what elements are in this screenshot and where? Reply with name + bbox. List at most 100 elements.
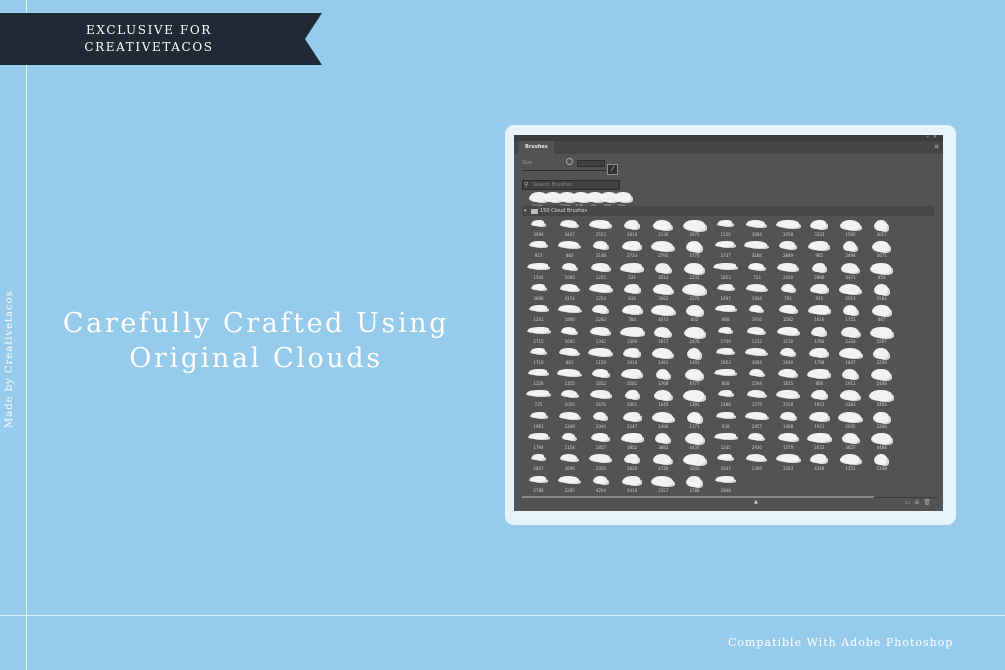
brush-item[interactable]: 2348 — [554, 411, 585, 431]
brush-item[interactable]: 1154 — [554, 432, 585, 452]
brush-item[interactable]: 1921 — [804, 411, 835, 431]
brush-item[interactable]: 1497 — [710, 283, 741, 303]
brush-item[interactable]: 2148 — [585, 240, 616, 260]
brush-item[interactable]: 1251 — [835, 453, 866, 473]
brush-item[interactable]: 862 — [554, 347, 585, 367]
brush-item[interactable]: 2737 — [710, 240, 741, 260]
brush-item[interactable]: 3243 — [679, 453, 710, 473]
brush-item[interactable]: 784 — [617, 304, 648, 324]
brush-item[interactable]: 1226 — [523, 368, 554, 388]
brush-item[interactable]: 852 — [679, 304, 710, 324]
brush-item[interactable]: 4484 — [866, 432, 897, 452]
brush-item[interactable]: 2357 — [648, 475, 679, 495]
brush-item[interactable]: 3062 — [648, 283, 679, 303]
brush-item[interactable]: 3994 — [523, 219, 554, 239]
brush-item[interactable]: 2996 — [804, 262, 835, 282]
brush-item[interactable]: 2247 — [617, 411, 648, 431]
brush-item[interactable]: 2476 — [679, 326, 710, 346]
brush-item[interactable]: 1254 — [585, 283, 616, 303]
brush-item[interactable]: 2723 — [617, 240, 648, 260]
size-input[interactable] — [577, 160, 605, 167]
brush-item[interactable]: 531 — [617, 262, 648, 282]
brush-item[interactable]: 1245 — [710, 432, 741, 452]
brush-item[interactable]: 3447 — [554, 219, 585, 239]
brush-item[interactable]: 2050 — [773, 262, 804, 282]
brush-item[interactable]: 1468 — [773, 411, 804, 431]
brush-settings-icon[interactable]: ⁄ — [607, 164, 618, 175]
brush-item[interactable]: 4770 — [679, 240, 710, 260]
brush-item[interactable]: 3696 — [554, 453, 585, 473]
brush-item[interactable]: 3904 — [741, 219, 772, 239]
brush-item[interactable]: 1305 — [617, 326, 648, 346]
tab-brushes[interactable]: Brushes — [519, 141, 554, 154]
brush-item[interactable]: 1488 — [710, 389, 741, 409]
brush-item[interactable]: 4410 — [617, 475, 648, 495]
recent-brush[interactable]: 2700 — [550, 191, 575, 209]
brush-item[interactable]: 1961 — [523, 411, 554, 431]
brush-item[interactable]: 1852 — [617, 432, 648, 452]
brush-item[interactable]: 968 — [710, 304, 741, 324]
brush-item[interactable]: 3184 — [741, 240, 772, 260]
brush-item[interactable]: 1050 — [554, 389, 585, 409]
brush-item[interactable]: 1710 — [523, 347, 554, 367]
brush-item[interactable]: 1823 — [710, 262, 741, 282]
brush-item[interactable]: 2820 — [617, 453, 648, 473]
brush-item[interactable]: 3333 — [804, 219, 835, 239]
brush-item[interactable]: 2849 — [773, 240, 804, 260]
brush-item[interactable]: 3881 — [648, 432, 679, 452]
brush-item[interactable]: 806 — [804, 368, 835, 388]
brush-item[interactable]: 701 — [773, 283, 804, 303]
brush-item[interactable]: 1496 — [648, 411, 679, 431]
brush-item[interactable]: 3604 — [741, 347, 772, 367]
brush-item[interactable]: 1749 — [710, 326, 741, 346]
brush-item[interactable]: 1391 — [679, 389, 710, 409]
new-group-icon[interactable]: ▭ — [905, 499, 915, 506]
brush-item[interactable]: 1080 — [554, 262, 585, 282]
brush-item[interactable]: 1677 — [648, 326, 679, 346]
brush-item[interactable]: 2285 — [554, 475, 585, 495]
brush-item[interactable]: 1355 — [554, 368, 585, 388]
brush-item[interactable]: 2795 — [648, 240, 679, 260]
brush-item[interactable]: 1857 — [585, 432, 616, 452]
brush-item[interactable]: 1201 — [523, 304, 554, 324]
brush-item[interactable]: 1911 — [835, 368, 866, 388]
brush-item[interactable]: 1827 — [835, 347, 866, 367]
brush-folder-row[interactable]: ▾ 150 Cloud Brushes — [522, 206, 934, 216]
brush-item[interactable]: 1582 — [773, 304, 804, 324]
recent-brush[interactable]: 1848 — [522, 191, 547, 209]
brush-item[interactable]: 1798 — [804, 347, 835, 367]
folder-expand-icon[interactable]: ▾ — [524, 206, 527, 216]
brush-item[interactable]: 1491 — [679, 347, 710, 367]
brush-item[interactable]: 1342 — [585, 326, 616, 346]
brush-item[interactable]: 2494 — [835, 240, 866, 260]
brush-item[interactable]: 2061 — [617, 389, 648, 409]
recent-brush[interactable]: 60 — [578, 191, 603, 209]
brush-item[interactable]: 4371 — [835, 262, 866, 282]
brush-item[interactable]: 2333 — [835, 326, 866, 346]
brush-item[interactable]: 1794 — [523, 432, 554, 452]
brush-item[interactable]: 2058 — [773, 219, 804, 239]
brush-item[interactable]: 1159 — [585, 347, 616, 367]
brush-item[interactable]: 836 — [617, 283, 648, 303]
brush-item[interactable]: 1504 — [523, 262, 554, 282]
recent-brush[interactable]: 300 — [606, 191, 631, 209]
search-brushes-input[interactable]: ⚲ Search Brushes — [522, 180, 620, 190]
brush-item[interactable]: 2807 — [523, 453, 554, 473]
brush-item[interactable]: 4726 — [648, 453, 679, 473]
brush-item[interactable]: 867 — [866, 304, 897, 324]
brush-item[interactable]: 1255 — [585, 262, 616, 282]
panel-resize-handle-icon[interactable]: ▲ — [754, 499, 758, 505]
brush-item[interactable]: 3896 — [523, 283, 554, 303]
brush-item[interactable]: 2032 — [804, 432, 835, 452]
collapse-icon[interactable]: « × — [926, 135, 938, 140]
brush-item[interactable]: 1150 — [710, 219, 741, 239]
brush-item[interactable]: 1676 — [585, 389, 616, 409]
brush-item[interactable]: 1567 — [866, 326, 897, 346]
brush-item[interactable]: 2558 — [773, 389, 804, 409]
brush-item[interactable]: 2283 — [835, 389, 866, 409]
brush-item[interactable]: 723 — [741, 262, 772, 282]
brush-item[interactable]: 1910 — [741, 304, 772, 324]
brush-item[interactable]: 1584 — [866, 283, 897, 303]
reset-size-icon[interactable] — [566, 158, 573, 165]
recent-brush[interactable]: 200 — [592, 191, 617, 209]
